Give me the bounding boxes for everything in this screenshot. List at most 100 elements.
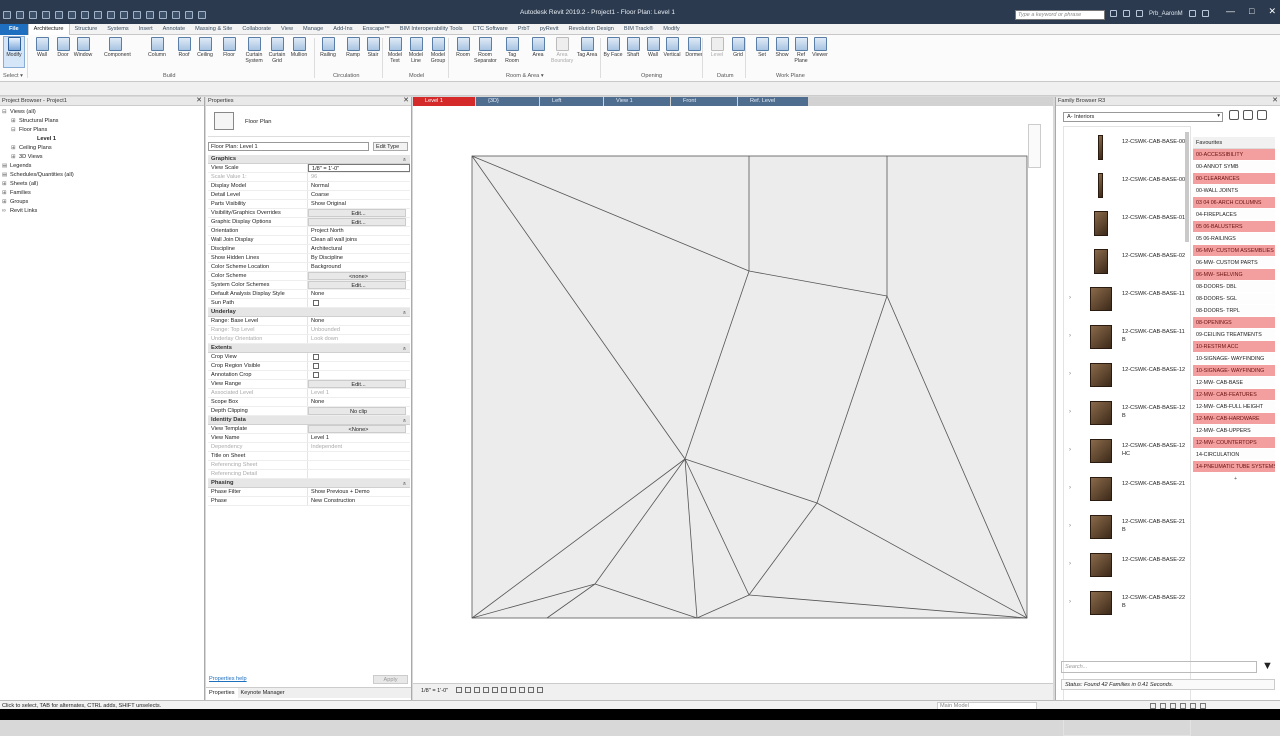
- tree-item-level-1[interactable]: Level 1: [2, 135, 74, 144]
- view-tab-view-1[interactable]: View 1: [604, 97, 670, 106]
- favourite-item[interactable]: 08-DOORS- DBL: [1193, 281, 1275, 293]
- expand-icon[interactable]: ›: [1069, 409, 1071, 415]
- family-item[interactable]: 12-CSWK-CAB-BASE-00I: [1078, 167, 1190, 203]
- mullion-button[interactable]: Mullion: [288, 37, 310, 58]
- level-button[interactable]: Level: [706, 37, 728, 58]
- panel-room-area[interactable]: Room & Area ▾: [506, 73, 544, 79]
- tab-keynote-manager[interactable]: Keynote Manager: [238, 688, 288, 698]
- library-dropdown[interactable]: A- Interiors: [1063, 112, 1223, 122]
- viewer-button[interactable]: Viewer: [809, 37, 831, 58]
- favourite-item[interactable]: 12-MW- CAB-HARDWARE: [1193, 413, 1275, 425]
- modify-button[interactable]: Modify: [3, 36, 25, 68]
- wall-button[interactable]: Wall: [31, 37, 53, 58]
- tree-item-schedules-quantities-all[interactable]: ▤ Schedules/Quantities (all): [2, 171, 74, 180]
- property-row-parts-visibility[interactable]: Parts Visibility Show Original: [208, 200, 410, 209]
- section-icon[interactable]: [159, 11, 167, 19]
- tree-item-views-all[interactable]: ⊟ Views (all): [2, 108, 74, 117]
- close-icon[interactable]: ✕: [1272, 97, 1278, 105]
- set-button[interactable]: Set: [751, 37, 773, 58]
- property-value[interactable]: Edit...: [308, 380, 406, 388]
- expand-icon[interactable]: ›: [1069, 599, 1071, 605]
- favourite-item[interactable]: 12-MW- CAB-FULL HEIGHT: [1193, 401, 1275, 413]
- family-item[interactable]: › 12-CSWK-CAB-BASE-21B: [1069, 509, 1190, 545]
- redo-icon[interactable]: [68, 11, 76, 19]
- curtain-grid-button[interactable]: Curtain Grid: [266, 37, 288, 64]
- window-button[interactable]: Window: [72, 37, 94, 58]
- roof-button[interactable]: Roof: [173, 37, 195, 58]
- view-tab-left[interactable]: Left: [540, 97, 603, 106]
- expand-icon[interactable]: ›: [1069, 561, 1071, 567]
- panel-opening[interactable]: Opening: [641, 73, 662, 79]
- expand-icon[interactable]: ›: [1069, 485, 1071, 491]
- favourite-item[interactable]: 10-SIGNAGE- WAYFINDING: [1193, 365, 1275, 377]
- favourite-item[interactable]: 12-MW- COUNTERTOPS: [1193, 437, 1275, 449]
- tree-toggle-icon[interactable]: ▤: [2, 162, 7, 171]
- view-scale[interactable]: 1/8" = 1'-0": [421, 688, 448, 694]
- property-value[interactable]: 1/8" = 1'-0": [308, 164, 410, 172]
- type-selector[interactable]: Floor Plan: [208, 107, 410, 137]
- panel-build[interactable]: Build: [163, 73, 175, 79]
- favourite-item[interactable]: 10-SIGNAGE- WAYFINDING: [1193, 353, 1275, 365]
- property-row-discipline[interactable]: Discipline Architectural: [208, 245, 410, 254]
- tab-annotate[interactable]: Annotate: [158, 24, 190, 35]
- property-row-graphic-display-options[interactable]: Graphic Display Options Edit...: [208, 218, 410, 227]
- family-item[interactable]: › 12-CSWK-CAB-BASE-11: [1069, 281, 1190, 317]
- subscription-icon[interactable]: [1123, 10, 1130, 17]
- group-identity-data[interactable]: Identity Data: [208, 416, 410, 425]
- floor-plan-canvas[interactable]: [413, 106, 1053, 683]
- property-row-annotation-crop[interactable]: Annotation Crop: [208, 371, 410, 380]
- tree-item-sheets-all[interactable]: ⊞ Sheets (all): [2, 180, 74, 189]
- tag-room-button[interactable]: Tag Room: [501, 37, 523, 64]
- close-button[interactable]: ✕: [1268, 6, 1276, 17]
- tree-toggle-icon[interactable]: ⊟: [11, 126, 16, 135]
- tree-item-floor-plans[interactable]: ⊟ Floor Plans: [2, 126, 74, 135]
- view-tab-ref-level[interactable]: Ref. Level: [738, 97, 808, 106]
- tag-icon[interactable]: [120, 11, 128, 19]
- detail-level-icon[interactable]: [456, 687, 462, 693]
- properties-help-link[interactable]: Properties help: [209, 676, 247, 682]
- tree-item-ceiling-plans[interactable]: ⊞ Ceiling Plans: [2, 144, 74, 153]
- expand-icon[interactable]: ›: [1069, 371, 1071, 377]
- tab-collaborate[interactable]: Collaborate: [237, 24, 276, 35]
- family-search-input[interactable]: Search...: [1061, 661, 1257, 673]
- tree-item-legends[interactable]: ▤ Legends: [2, 162, 74, 171]
- property-row-crop-region-visible[interactable]: Crop Region Visible: [208, 362, 410, 371]
- property-value[interactable]: No clip: [308, 407, 406, 415]
- property-row-range-base-level[interactable]: Range: Base Level None: [208, 317, 410, 326]
- open-icon[interactable]: [16, 11, 24, 19]
- room-separator-button[interactable]: Room Separator: [474, 37, 497, 64]
- switch-windows-icon[interactable]: [198, 11, 206, 19]
- panel-datum[interactable]: Datum: [717, 73, 733, 79]
- save-icon[interactable]: [29, 11, 37, 19]
- favourite-item[interactable]: 08-DOORS- SGL: [1193, 293, 1275, 305]
- tab-insert[interactable]: Insert: [134, 24, 158, 35]
- property-checkbox[interactable]: [313, 371, 319, 378]
- family-item[interactable]: › 12-CSWK-CAB-BASE-22B: [1069, 585, 1190, 621]
- favourite-item[interactable]: 03 04 06-ARCH COLUMNS: [1193, 197, 1275, 209]
- tab-massing-site[interactable]: Massing & Site: [190, 24, 237, 35]
- tree-toggle-icon[interactable]: ⊞: [2, 198, 7, 207]
- tree-item-groups[interactable]: ⊞ Groups: [2, 198, 74, 207]
- ramp-button[interactable]: Ramp: [342, 37, 364, 58]
- property-checkbox[interactable]: [313, 353, 319, 360]
- favourite-item[interactable]: 05 06-RAILINGS: [1193, 233, 1275, 245]
- family-item[interactable]: › 12-CSWK-CAB-BASE-21: [1069, 471, 1190, 507]
- panel-circulation[interactable]: Circulation: [333, 73, 359, 79]
- property-row-phase-filter[interactable]: Phase Filter Show Previous + Demo: [208, 488, 410, 497]
- room-button[interactable]: Room: [452, 37, 474, 58]
- tree-toggle-icon[interactable]: ⊞: [2, 189, 7, 198]
- tree-item-revit-links[interactable]: ∞ Revit Links: [2, 207, 74, 216]
- load-family-icon[interactable]: [1229, 110, 1239, 120]
- edit-type-button[interactable]: Edit Type: [373, 142, 408, 151]
- floor-button[interactable]: Floor: [218, 37, 240, 58]
- highlight-displacement-icon[interactable]: [537, 687, 543, 693]
- area-button[interactable]: Area: [527, 37, 549, 58]
- property-checkbox[interactable]: [313, 299, 319, 306]
- favourite-item[interactable]: 08-OPENINGS: [1193, 317, 1275, 329]
- property-checkbox[interactable]: [313, 362, 319, 369]
- favourite-item[interactable]: 12-MW- CAB-UPPERS: [1193, 425, 1275, 437]
- reveal-hidden-icon[interactable]: [519, 687, 525, 693]
- property-value[interactable]: <None>: [308, 425, 406, 433]
- 3d-view-icon[interactable]: [146, 11, 154, 19]
- by-face-button[interactable]: By Face: [602, 37, 624, 58]
